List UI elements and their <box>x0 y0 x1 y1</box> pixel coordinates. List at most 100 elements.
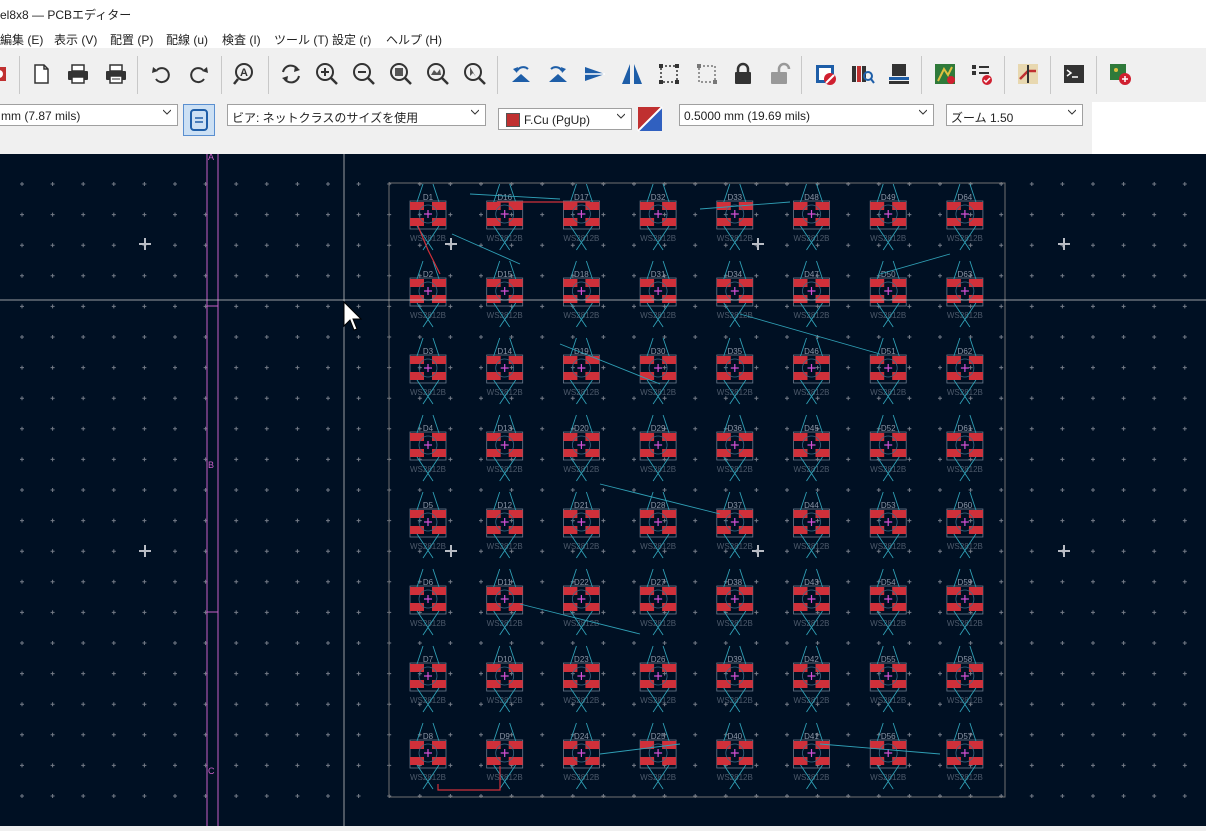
pad <box>432 526 446 534</box>
pad <box>432 356 446 364</box>
plot-icon[interactable] <box>101 59 131 89</box>
layer-select[interactable]: F.Cu (PgUp) <box>498 108 632 130</box>
pad <box>793 510 808 518</box>
value-label: WS2812B <box>717 388 753 397</box>
drc-icon[interactable] <box>810 59 840 89</box>
pad <box>870 664 885 672</box>
menu-help[interactable]: ヘルプ (H) <box>386 31 442 48</box>
pad <box>563 279 578 287</box>
pad <box>662 356 677 364</box>
value-label: WS2812B <box>563 773 599 782</box>
pad <box>716 356 731 364</box>
print-icon[interactable] <box>63 59 93 89</box>
grid-select[interactable]: 0.5000 mm (19.69 mils) <box>679 104 934 126</box>
pad <box>508 664 523 672</box>
pad <box>508 356 523 364</box>
rotate-cw-icon[interactable] <box>543 59 573 89</box>
aux-toolbar-blank <box>1092 102 1206 154</box>
redo-icon[interactable] <box>184 59 214 89</box>
pad <box>486 680 501 688</box>
pad <box>870 603 885 611</box>
netlist-update-icon[interactable] <box>930 59 960 89</box>
pad <box>892 372 907 380</box>
pad <box>640 279 655 287</box>
board-setup-icon[interactable] <box>0 59 14 89</box>
designator-label: D22 <box>574 578 589 587</box>
pad <box>508 372 523 380</box>
pad <box>640 664 655 672</box>
zoom-out-icon[interactable] <box>349 59 379 89</box>
designator-label: D13 <box>497 424 512 433</box>
zoom-selection-icon[interactable] <box>460 59 490 89</box>
zoom-objects-icon[interactable] <box>423 59 453 89</box>
via-tool-button[interactable] <box>183 104 215 136</box>
layer-pair-button[interactable] <box>637 106 663 132</box>
footprint-library-icon[interactable] <box>847 59 877 89</box>
pad <box>892 279 907 287</box>
rotate-ccw-icon[interactable] <box>506 59 536 89</box>
designator-label: D62 <box>958 347 973 356</box>
pad <box>793 372 808 380</box>
mirror-icon[interactable] <box>617 59 647 89</box>
zoom-fit-icon[interactable] <box>386 59 416 89</box>
pad <box>892 526 907 534</box>
new-page-icon[interactable] <box>26 59 56 89</box>
menu-edit[interactable]: 編集 (E) <box>0 31 43 48</box>
flip-icon[interactable] <box>580 59 610 89</box>
pcb-canvas[interactable]: A B C D1 WS2812B D16 WS2812B D17 WS2812B D32 WS28… <box>0 152 1206 826</box>
pad <box>946 757 961 765</box>
menu-route[interactable]: 配線 (u) <box>166 31 208 48</box>
router-icon[interactable] <box>1013 59 1043 89</box>
designator-label: D47 <box>804 270 819 279</box>
value-label: WS2812B <box>870 773 906 782</box>
unlock-icon[interactable] <box>764 59 794 89</box>
layer-value: F.Cu (PgUp) <box>524 113 591 127</box>
lock-icon[interactable] <box>728 59 758 89</box>
pad <box>486 449 501 457</box>
value-label: WS2812B <box>870 696 906 705</box>
ungroup-icon[interactable] <box>692 59 722 89</box>
via-size-select[interactable]: ビア: ネットクラスのサイズを使用 <box>227 104 486 126</box>
pad <box>968 741 983 749</box>
menu-tools[interactable]: ツール (T) <box>274 31 329 48</box>
zoom-select[interactable]: ズーム 1.50 <box>946 104 1083 126</box>
pad <box>662 603 677 611</box>
pad <box>563 372 578 380</box>
pad <box>946 356 961 364</box>
pad <box>870 295 885 303</box>
chevron-down-icon <box>163 109 171 115</box>
undo-icon[interactable] <box>146 59 176 89</box>
pad <box>563 680 578 688</box>
track-width-select[interactable]: mm (7.87 mils) <box>0 104 178 126</box>
refresh-icon[interactable] <box>276 59 306 89</box>
menu-place[interactable]: 配置 (P) <box>110 31 153 48</box>
layer-stack-icon[interactable] <box>884 59 914 89</box>
pcb-canvas-svg[interactable]: A B C D1 WS2812B D16 WS2812B D17 WS2812B D32 WS28… <box>0 152 1206 826</box>
value-label: WS2812B <box>640 311 676 320</box>
pad <box>793 526 808 534</box>
designator-label: D2 <box>423 270 434 279</box>
menu-preferences[interactable]: 設定 (r) <box>332 31 371 48</box>
pad <box>508 526 523 534</box>
find-icon[interactable]: A <box>230 59 260 89</box>
group-icon[interactable] <box>654 59 684 89</box>
value-label: WS2812B <box>487 542 523 551</box>
pad <box>486 202 501 210</box>
zoom-in-icon[interactable] <box>312 59 342 89</box>
pad <box>716 449 731 457</box>
designator-label: D27 <box>651 578 666 587</box>
pad <box>662 279 677 287</box>
pad <box>738 433 753 441</box>
checklist-icon[interactable] <box>967 59 997 89</box>
pad <box>410 757 424 765</box>
pad <box>892 510 907 518</box>
pad <box>563 603 578 611</box>
value-label: WS2812B <box>640 542 676 551</box>
designator-label: D26 <box>651 655 666 664</box>
value-label: WS2812B <box>563 311 599 320</box>
plugin-icon[interactable] <box>1105 59 1135 89</box>
menu-view[interactable]: 表示 (V) <box>54 31 97 48</box>
pad <box>640 510 655 518</box>
menu-inspect[interactable]: 検査 (I) <box>222 31 261 48</box>
scripting-console-icon[interactable] <box>1059 59 1089 89</box>
